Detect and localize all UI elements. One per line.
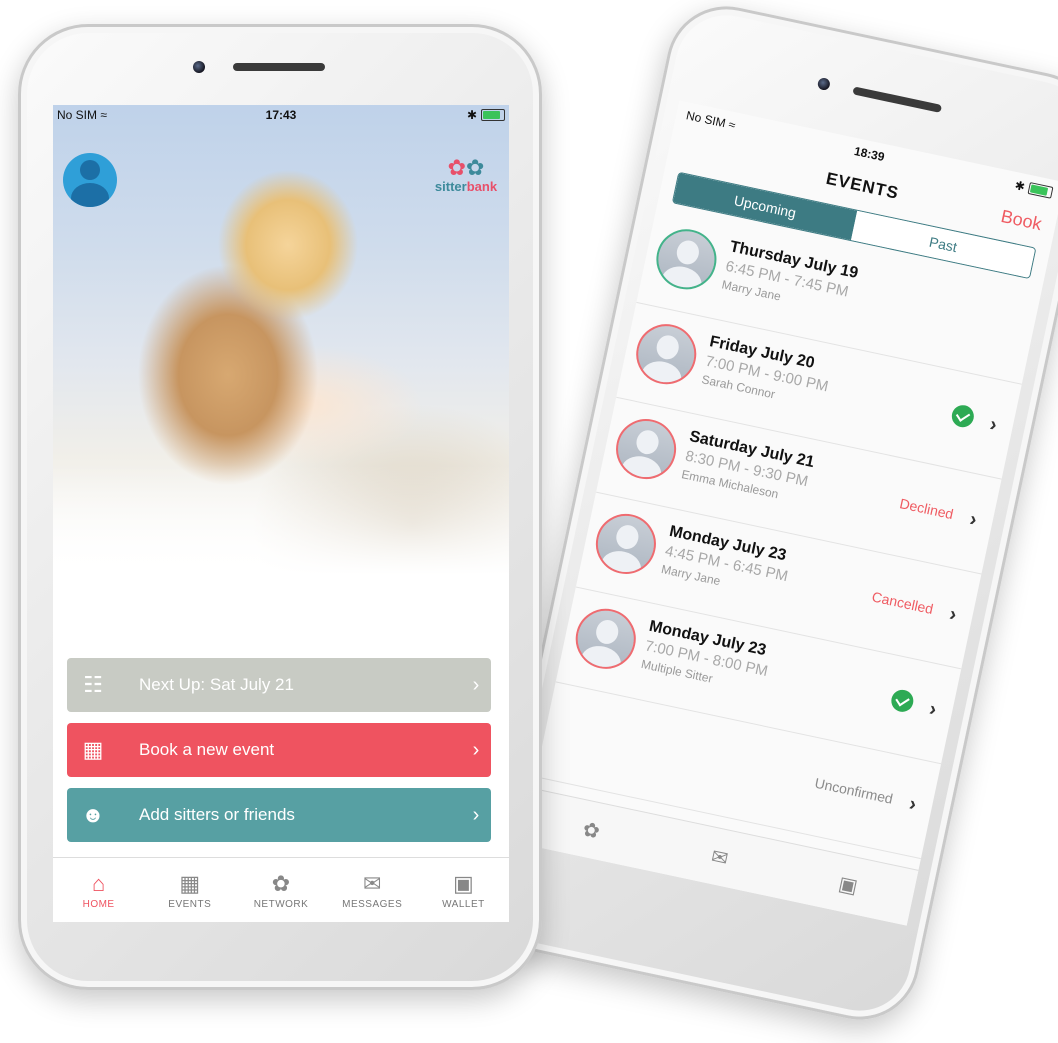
status-badge: Cancelled <box>870 588 935 618</box>
home-icon: ⌂ <box>91 870 106 896</box>
next-up-label: Next Up: Sat July 21 <box>139 675 294 694</box>
tab-messages[interactable]: ✉ MESSAGES <box>327 858 418 922</box>
bird-icon: ✿ <box>466 155 485 180</box>
tab-events[interactable]: ▦ EVENTS <box>144 858 235 922</box>
confirmed-check-icon <box>949 403 976 430</box>
tab-network[interactable]: ✿ <box>521 789 661 871</box>
sitter-avatar <box>590 508 662 580</box>
calendar-icon: ▦ <box>179 870 201 896</box>
home-phone: No SIM ≈ 17:43 ✱ ✿✿ sitterbank ☷ Next Up… <box>18 24 542 990</box>
chat-bubbles-icon: ✉ <box>362 870 382 896</box>
chevron-right-icon: › <box>472 803 480 826</box>
add-sitters-button[interactable]: ☻ Add sitters or friends › <box>67 788 491 842</box>
book-button[interactable]: Book <box>999 206 1043 235</box>
events-list: Thursday July 19 6:45 PM - 7:45 PM Marry… <box>535 207 1042 860</box>
sitterbank-logo: ✿✿ sitterbank <box>434 155 498 195</box>
battery-icon <box>481 109 505 121</box>
status-badge: Declined <box>898 495 955 523</box>
profile-avatar[interactable] <box>63 153 117 207</box>
front-camera <box>193 61 205 73</box>
sitter-avatar <box>570 603 642 675</box>
tab-home[interactable]: ⌂ HOME <box>53 858 144 922</box>
chevron-right-icon[interactable]: › <box>927 698 938 722</box>
chevron-right-icon[interactable]: › <box>947 603 959 627</box>
bluetooth-icon: ✱ <box>466 108 477 122</box>
events-screen: No SIM ≈ 18:39 ✱ EVENTS Book Upcoming Pa… <box>521 100 1058 926</box>
sitter-avatar <box>630 318 702 390</box>
earpiece-speaker <box>233 63 325 71</box>
next-up-button[interactable]: ☷ Next Up: Sat July 21 › <box>67 658 491 712</box>
status-clock: 17:43 <box>265 108 297 122</box>
chevron-right-icon: › <box>472 738 480 761</box>
status-bar: No SIM ≈ 17:43 ✱ <box>53 105 509 127</box>
front-camera <box>816 76 831 92</box>
wallet-icon: ▣ <box>836 872 860 898</box>
chevron-right-icon[interactable]: › <box>967 508 979 532</box>
calendar-grid-icon: ▦ <box>82 737 104 762</box>
book-new-event-button[interactable]: ▦ Book a new event › <box>67 723 491 777</box>
wallet-icon: ▣ <box>453 870 474 896</box>
battery-icon <box>1027 182 1054 199</box>
chevron-right-icon[interactable]: › <box>988 413 999 437</box>
calendar-icon: ☷ <box>83 672 103 697</box>
bird-icon: ✿ <box>271 870 291 896</box>
chevron-right-icon: › <box>472 673 480 696</box>
bluetooth-icon: ✱ <box>1013 178 1027 194</box>
tab-network[interactable]: ✿ NETWORK <box>235 858 326 922</box>
book-new-event-label: Book a new event <box>139 740 275 759</box>
status-badge: Unconfirmed <box>813 774 895 807</box>
bird-icon: ✿ <box>447 155 466 180</box>
sitter-avatar <box>610 413 682 485</box>
bird-icon: ✿ <box>580 817 602 843</box>
earpiece-speaker <box>852 86 943 113</box>
group-icon: ☻ <box>81 802 105 827</box>
chat-bubbles-icon: ✉ <box>709 845 731 871</box>
home-screen: No SIM ≈ 17:43 ✱ ✿✿ sitterbank ☷ Next Up… <box>53 105 509 922</box>
sitter-avatar <box>650 223 723 295</box>
add-sitters-label: Add sitters or friends <box>139 805 295 824</box>
tab-wallet[interactable]: ▣ <box>778 844 918 926</box>
tab-wallet[interactable]: ▣ WALLET <box>418 858 509 922</box>
chevron-right-icon[interactable]: › <box>907 793 918 817</box>
confirmed-check-icon <box>889 687 916 714</box>
tab-bar: ⌂ HOME ▦ EVENTS ✿ NETWORK ✉ MESSAGES ▣ W… <box>53 857 509 922</box>
tab-messages[interactable]: ✉ <box>650 816 790 898</box>
events-phone: No SIM ≈ 18:39 ✱ EVENTS Book Upcoming Pa… <box>479 0 1058 1031</box>
